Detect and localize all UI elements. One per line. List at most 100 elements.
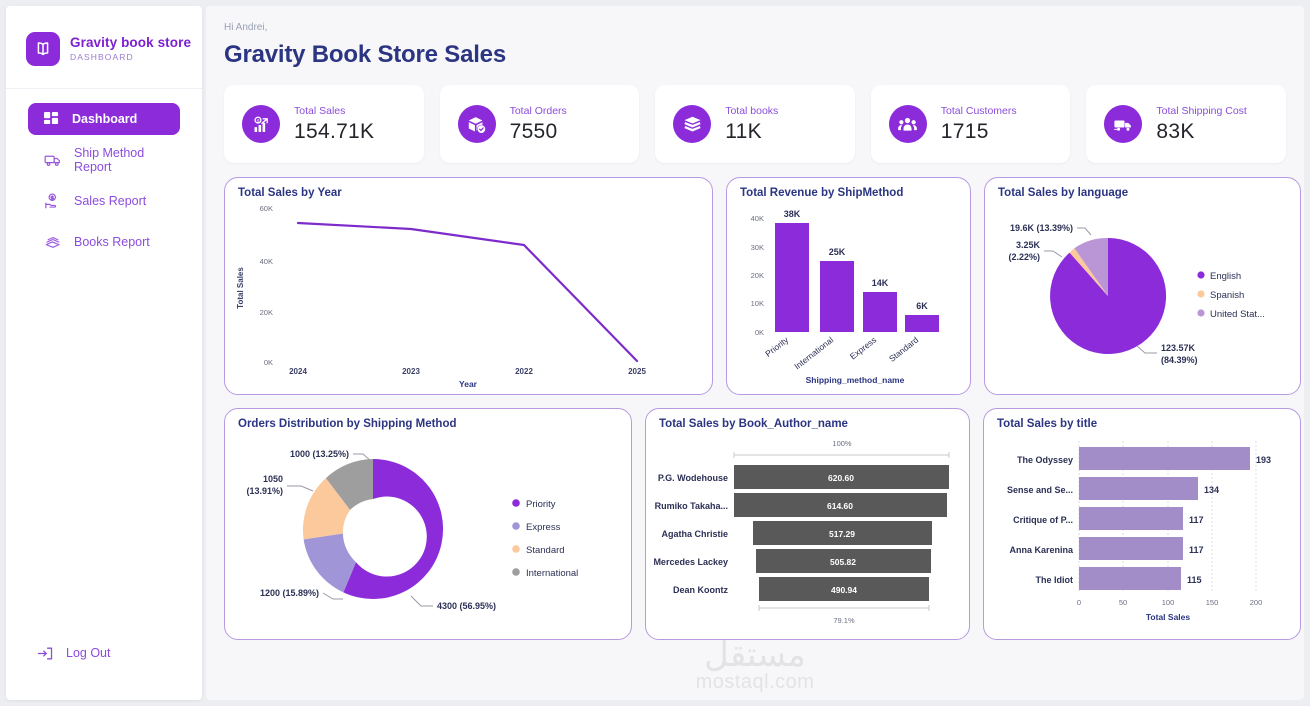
bar: [1079, 477, 1198, 500]
chart-card-total-sales-by-book-author-name[interactable]: Total Sales by Book_Author_name 100% 620…: [645, 408, 970, 640]
category-label: Anna Karenina: [1009, 545, 1074, 555]
people-icon: [888, 105, 927, 143]
kpi-value: 1715: [940, 119, 989, 143]
y-axis-label: Total Sales: [236, 267, 245, 309]
logout-icon: [36, 644, 54, 662]
bar-value-label: 505.82: [830, 557, 856, 567]
y-tick: 20K: [751, 271, 764, 280]
category-label: Sense and Se...: [1007, 485, 1073, 495]
main-content: Hi Andrei, Gravity Book Store Sales $ To…: [206, 6, 1304, 700]
kpi-label: Total Orders: [509, 104, 567, 117]
kpi-label: Total Customers: [940, 104, 1017, 117]
donut-label-international: 1000 (13.25%): [290, 449, 349, 459]
logout-button[interactable]: Log Out: [6, 644, 202, 700]
package-check-icon: [457, 105, 496, 143]
chart-row-2: Orders Distribution by Shipping Method 1…: [224, 408, 1301, 640]
top-axis-label: 100%: [832, 439, 852, 448]
kpi-card-total-sales[interactable]: $ Total Sales 154.71K: [224, 85, 424, 163]
sidebar-item-sales-report[interactable]: Sales Report: [32, 184, 180, 217]
kpi-value: 11K: [725, 119, 762, 143]
x-tick: 200: [1250, 598, 1263, 607]
bar-value-label: 620.60: [828, 473, 854, 483]
x-tick: 2025: [628, 367, 646, 376]
bar-value-label: 517.29: [829, 529, 855, 539]
x-axis-label: Total Sales: [1146, 612, 1191, 622]
kpi-card-total-books[interactable]: Total books 11K: [655, 85, 855, 163]
chart-row-1: Total Sales by Year 60K 40K 20K 0K Total…: [224, 177, 1301, 395]
pie-label-us: 19.6K (13.39%): [1010, 223, 1073, 233]
sidebar-item-dashboard[interactable]: Dashboard: [28, 103, 180, 135]
bar: [1079, 567, 1181, 590]
y-tick: 30K: [751, 243, 764, 252]
donut-chart-svg: 1000 (13.25%) 1050 (13.91%) 1200 (15.89%…: [246, 449, 578, 611]
brand-name: Gravity book store: [70, 35, 192, 51]
svg-text:$: $: [256, 118, 259, 124]
kpi-label: Total Shipping Cost: [1156, 104, 1247, 117]
x-tick: Standard: [887, 335, 921, 364]
bar: [1079, 507, 1183, 530]
y-tick: 0K: [755, 328, 764, 337]
bar-value-label: 115: [1187, 575, 1202, 585]
x-tick: 50: [1119, 598, 1127, 607]
x-tick: 2023: [402, 367, 420, 376]
bar: [1079, 537, 1183, 560]
legend-label: Standard: [526, 545, 565, 556]
chart-title: Total Revenue by ShipMethod: [740, 187, 904, 199]
truck-icon: [44, 151, 62, 169]
dashboard-app: Gravity book store DASHBOARD Dashboard S…: [0, 0, 1310, 706]
bar-value-label: 38K: [784, 209, 801, 219]
pie-label-english-percent: (84.39%): [1161, 355, 1198, 365]
books-icon: [44, 233, 62, 251]
bottom-axis-label: 79.1%: [833, 616, 855, 625]
chart-title: Total Sales by language: [998, 187, 1129, 199]
chart-card-total-sales-by-year[interactable]: Total Sales by Year 60K 40K 20K 0K Total…: [224, 177, 713, 395]
legend-label: Express: [526, 522, 561, 533]
category-label: Dean Koontz: [673, 585, 728, 595]
sidebar-item-label: Dashboard: [72, 112, 138, 126]
x-tick: 150: [1206, 598, 1219, 607]
brand: Gravity book store DASHBOARD: [6, 6, 202, 89]
legend-label: Spanish: [1210, 290, 1244, 301]
x-tick: International: [792, 335, 835, 372]
category-label: Rumiko Takaha...: [655, 501, 728, 511]
sidebar-item-books-report[interactable]: Books Report: [32, 225, 180, 258]
sidebar-item-label: Sales Report: [74, 193, 147, 208]
chart-card-total-sales-by-language[interactable]: Total Sales by language 19.6K (13.39%) 3…: [984, 177, 1301, 395]
delivery-truck-icon: [1104, 105, 1143, 143]
y-tick: 60K: [260, 204, 273, 213]
kpi-value: 154.71K: [294, 119, 375, 143]
kpi-card-total-shipping-cost[interactable]: Total Shipping Cost 83K: [1086, 85, 1286, 163]
bar-value-label: 25K: [829, 247, 846, 257]
chart-card-orders-distribution-by-shipping-method[interactable]: Orders Distribution by Shipping Method 1…: [224, 408, 632, 640]
bar-value-label: 117: [1189, 545, 1204, 555]
y-tick: 10K: [751, 299, 764, 308]
sidebar: Gravity book store DASHBOARD Dashboard S…: [6, 6, 202, 700]
legend-swatch: [512, 568, 520, 576]
kpi-label: Total books: [725, 104, 779, 117]
bar: [905, 315, 939, 332]
chart-title: Orders Distribution by Shipping Method: [238, 418, 457, 430]
book-logo-icon: [26, 32, 60, 66]
legend-swatch: [1197, 271, 1205, 279]
kpi-card-total-orders[interactable]: Total Orders 7550: [439, 85, 640, 163]
line-chart-svg: 60K 40K 20K 0K Total Sales 2024 2023 202…: [236, 204, 646, 389]
chart-card-total-sales-by-title[interactable]: Total Sales by title 193 134 117 117 115…: [983, 408, 1301, 640]
sidebar-nav: Dashboard Ship Method Report Sales Repor…: [6, 89, 202, 266]
kpi-card-total-customers[interactable]: Total Customers 1715: [870, 85, 1071, 163]
legend-label: Priority: [526, 499, 556, 510]
pie-slices: [1050, 237, 1167, 354]
pie-chart-svg: 19.6K (13.39%) 3.25K (2.22%) 123.57K (84…: [1008, 223, 1265, 365]
line-series: [296, 221, 639, 363]
category-label: Agatha Christie: [661, 529, 728, 539]
bar-value-label: 490.94: [831, 585, 857, 595]
category-label: P.G. Wodehouse: [658, 473, 728, 483]
pie-slice-english: [1050, 237, 1167, 354]
legend-label: United Stat...: [1210, 309, 1265, 320]
chart-card-total-revenue-by-shipmethod[interactable]: Total Revenue by ShipMethod 40K 30K 20K …: [726, 177, 971, 395]
grid-icon: [42, 110, 60, 128]
sidebar-item-ship-method-report[interactable]: Ship Method Report: [32, 143, 180, 176]
x-tick: Priority: [763, 334, 791, 359]
legend-swatch: [512, 522, 520, 530]
kpi-value: 7550: [509, 119, 558, 143]
bar-chart-svg: 40K 30K 20K 10K 0K 38K 25K 14K 6K Priori…: [751, 209, 939, 385]
